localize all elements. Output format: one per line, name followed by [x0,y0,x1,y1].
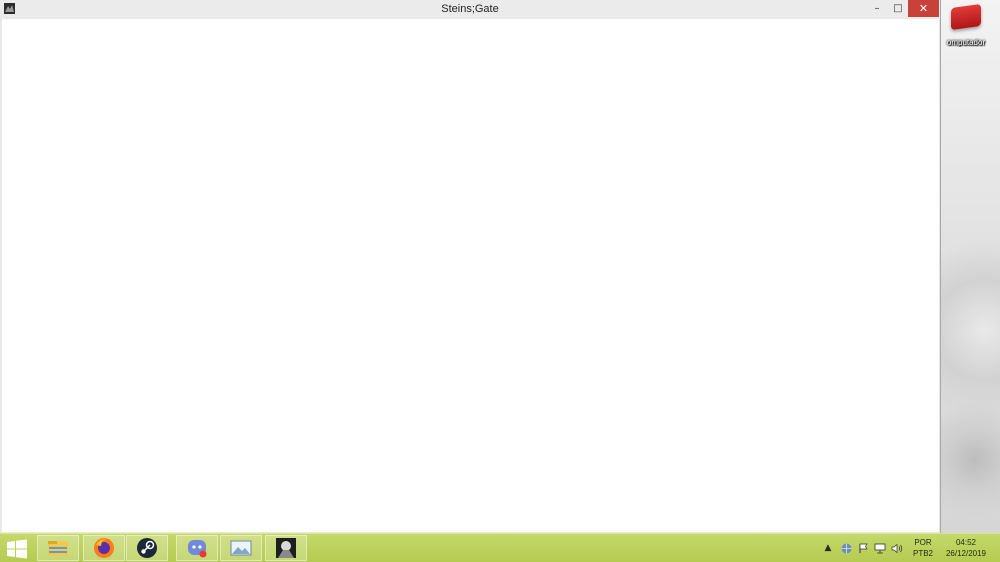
game-client-area[interactable] [2,19,939,532]
taskbar: ▲ POR PTB2 04:52 26/12/2019 [0,533,1000,562]
app-window: Steins;Gate – □ ✕ [0,0,941,533]
steam-icon [137,538,157,558]
discord-icon [188,540,207,558]
clock-time: 04:52 [955,538,977,547]
taskbar-photo-viewer[interactable] [220,535,262,561]
maximize-button[interactable]: □ [888,0,908,17]
taskbar-discord[interactable] [176,535,218,561]
taskbar-steam[interactable] [126,535,168,561]
language-code: POR [914,538,932,547]
keyboard-layout: PTB2 [912,549,933,558]
steins-gate-app-icon [276,538,296,558]
taskbar-file-explorer[interactable] [37,535,79,561]
network-globe-icon[interactable] [840,542,852,554]
network-icon[interactable] [874,542,886,554]
minimize-button[interactable]: – [866,0,888,17]
language-indicator[interactable]: POR PTB2 [911,537,935,559]
firefox-icon [94,538,114,558]
close-button[interactable]: ✕ [908,0,939,17]
taskbar-firefox[interactable] [83,535,125,561]
desktop-icon-label: omputador [946,38,986,47]
photo-viewer-icon [230,540,252,556]
title-bar[interactable]: Steins;Gate – □ ✕ [0,0,940,19]
window-title: Steins;Gate [441,3,499,15]
action-center-flag-icon[interactable] [857,542,869,554]
file-explorer-icon [48,541,68,556]
show-hidden-icons-chevron-icon[interactable]: ▲ [822,542,834,554]
clock-date: 26/12/2019 [945,549,987,558]
windows-logo-icon[interactable] [6,539,28,559]
clock[interactable]: 04:52 26/12/2019 [941,537,991,559]
computer-icon [951,3,981,31]
desktop-icon-computer[interactable]: omputador [942,3,990,56]
volume-icon[interactable] [891,542,903,554]
taskbar-steins-gate[interactable] [265,535,307,561]
